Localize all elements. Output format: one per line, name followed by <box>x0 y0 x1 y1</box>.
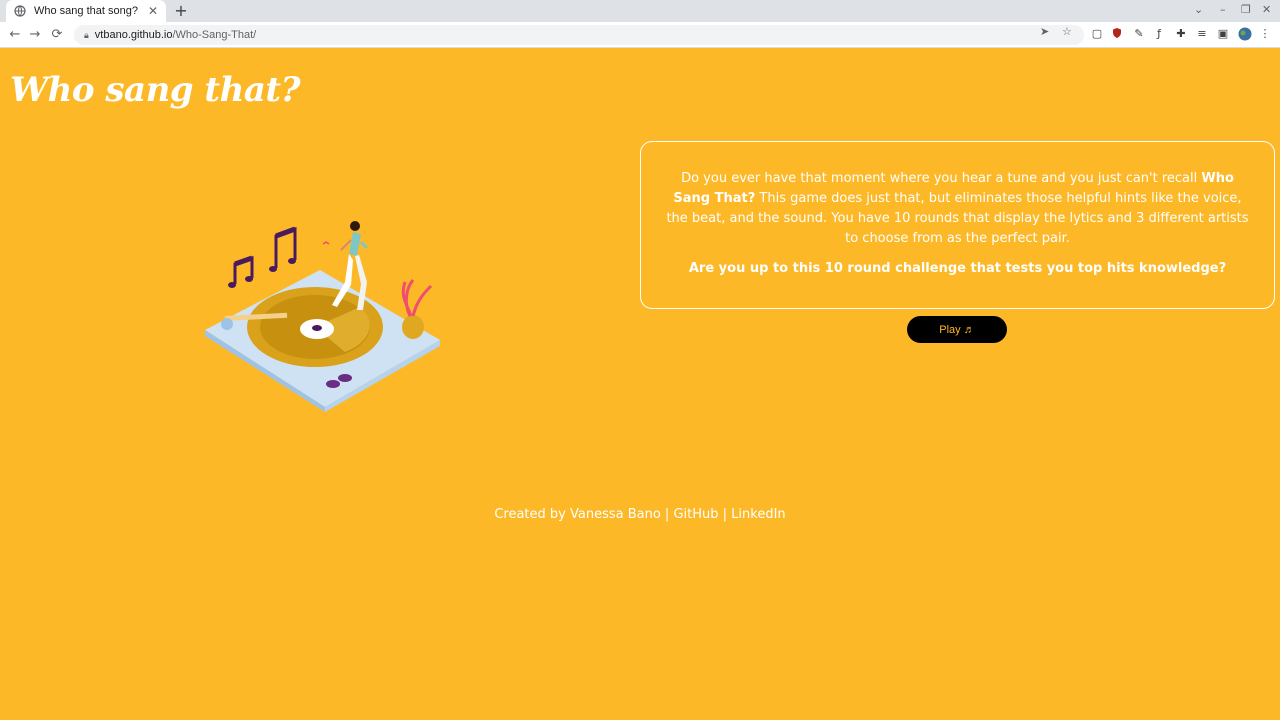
lock-icon: 🔒︎ <box>84 29 89 40</box>
star-icon[interactable]: ☆ <box>1062 25 1072 38</box>
back-icon[interactable]: ← <box>6 26 24 44</box>
restore-icon[interactable]: ❐ <box>1241 3 1251 16</box>
shield-icon[interactable] <box>1110 27 1124 41</box>
send-icon[interactable]: ➤ <box>1040 25 1049 38</box>
avatar[interactable] <box>1238 27 1252 41</box>
game-description-card: Do you ever have that moment where you h… <box>640 141 1275 309</box>
game-description: Do you ever have that moment where you h… <box>666 171 1249 246</box>
new-tab-button[interactable]: + <box>172 2 190 20</box>
menu-icon[interactable]: ⋮ <box>1258 27 1272 41</box>
extension-icon[interactable]: ▢ <box>1090 27 1104 41</box>
url-path: /Who-Sang-That/ <box>172 29 257 41</box>
browser-toolbar: ← → ⟳ 🔒︎ vtbano.github.io/Who-Sang-That/… <box>0 22 1280 48</box>
tab-search-icon[interactable]: ⌄ <box>1194 3 1203 16</box>
play-button[interactable]: Play ♬ <box>907 316 1007 343</box>
tab-title: Who sang that song? <box>34 5 138 17</box>
eyedropper-icon[interactable]: ✎ <box>1132 27 1146 41</box>
page-title: Who sang that? <box>10 70 301 110</box>
font-icon[interactable]: ƒ <box>1152 27 1166 41</box>
challenge-question: Are you up to this 10 round challenge th… <box>688 261 1227 276</box>
url-host: vtbano.github.io <box>94 29 173 41</box>
globe-icon <box>14 5 26 17</box>
puzzle-icon[interactable]: ✚ <box>1174 27 1188 41</box>
turntable-illustration <box>195 212 455 417</box>
playlist-icon[interactable]: ≡ <box>1195 27 1209 41</box>
browser-tab[interactable]: Who sang that song? ✕ <box>6 0 166 22</box>
footer: Created by Vanessa Bano | GitHub | Linke… <box>494 507 786 522</box>
tab-close-icon[interactable]: ✕ <box>148 4 158 18</box>
tab-strip: Who sang that song? ✕ + ⌄ – ❐ ✕ <box>0 0 1280 22</box>
window-close-icon[interactable]: ✕ <box>1262 3 1271 16</box>
minimize-icon[interactable]: – <box>1220 3 1226 16</box>
sidepanel-icon[interactable]: ▣ <box>1216 27 1230 41</box>
footer-credit: Created by Vanessa Bano <box>494 507 661 522</box>
reload-icon[interactable]: ⟳ <box>48 26 66 44</box>
github-link[interactable]: GitHub <box>673 507 718 522</box>
linkedin-link[interactable]: LinkedIn <box>731 507 785 522</box>
forward-icon[interactable]: → <box>26 26 44 44</box>
address-bar[interactable]: 🔒︎ vtbano.github.io/Who-Sang-That/ <box>74 25 1084 45</box>
